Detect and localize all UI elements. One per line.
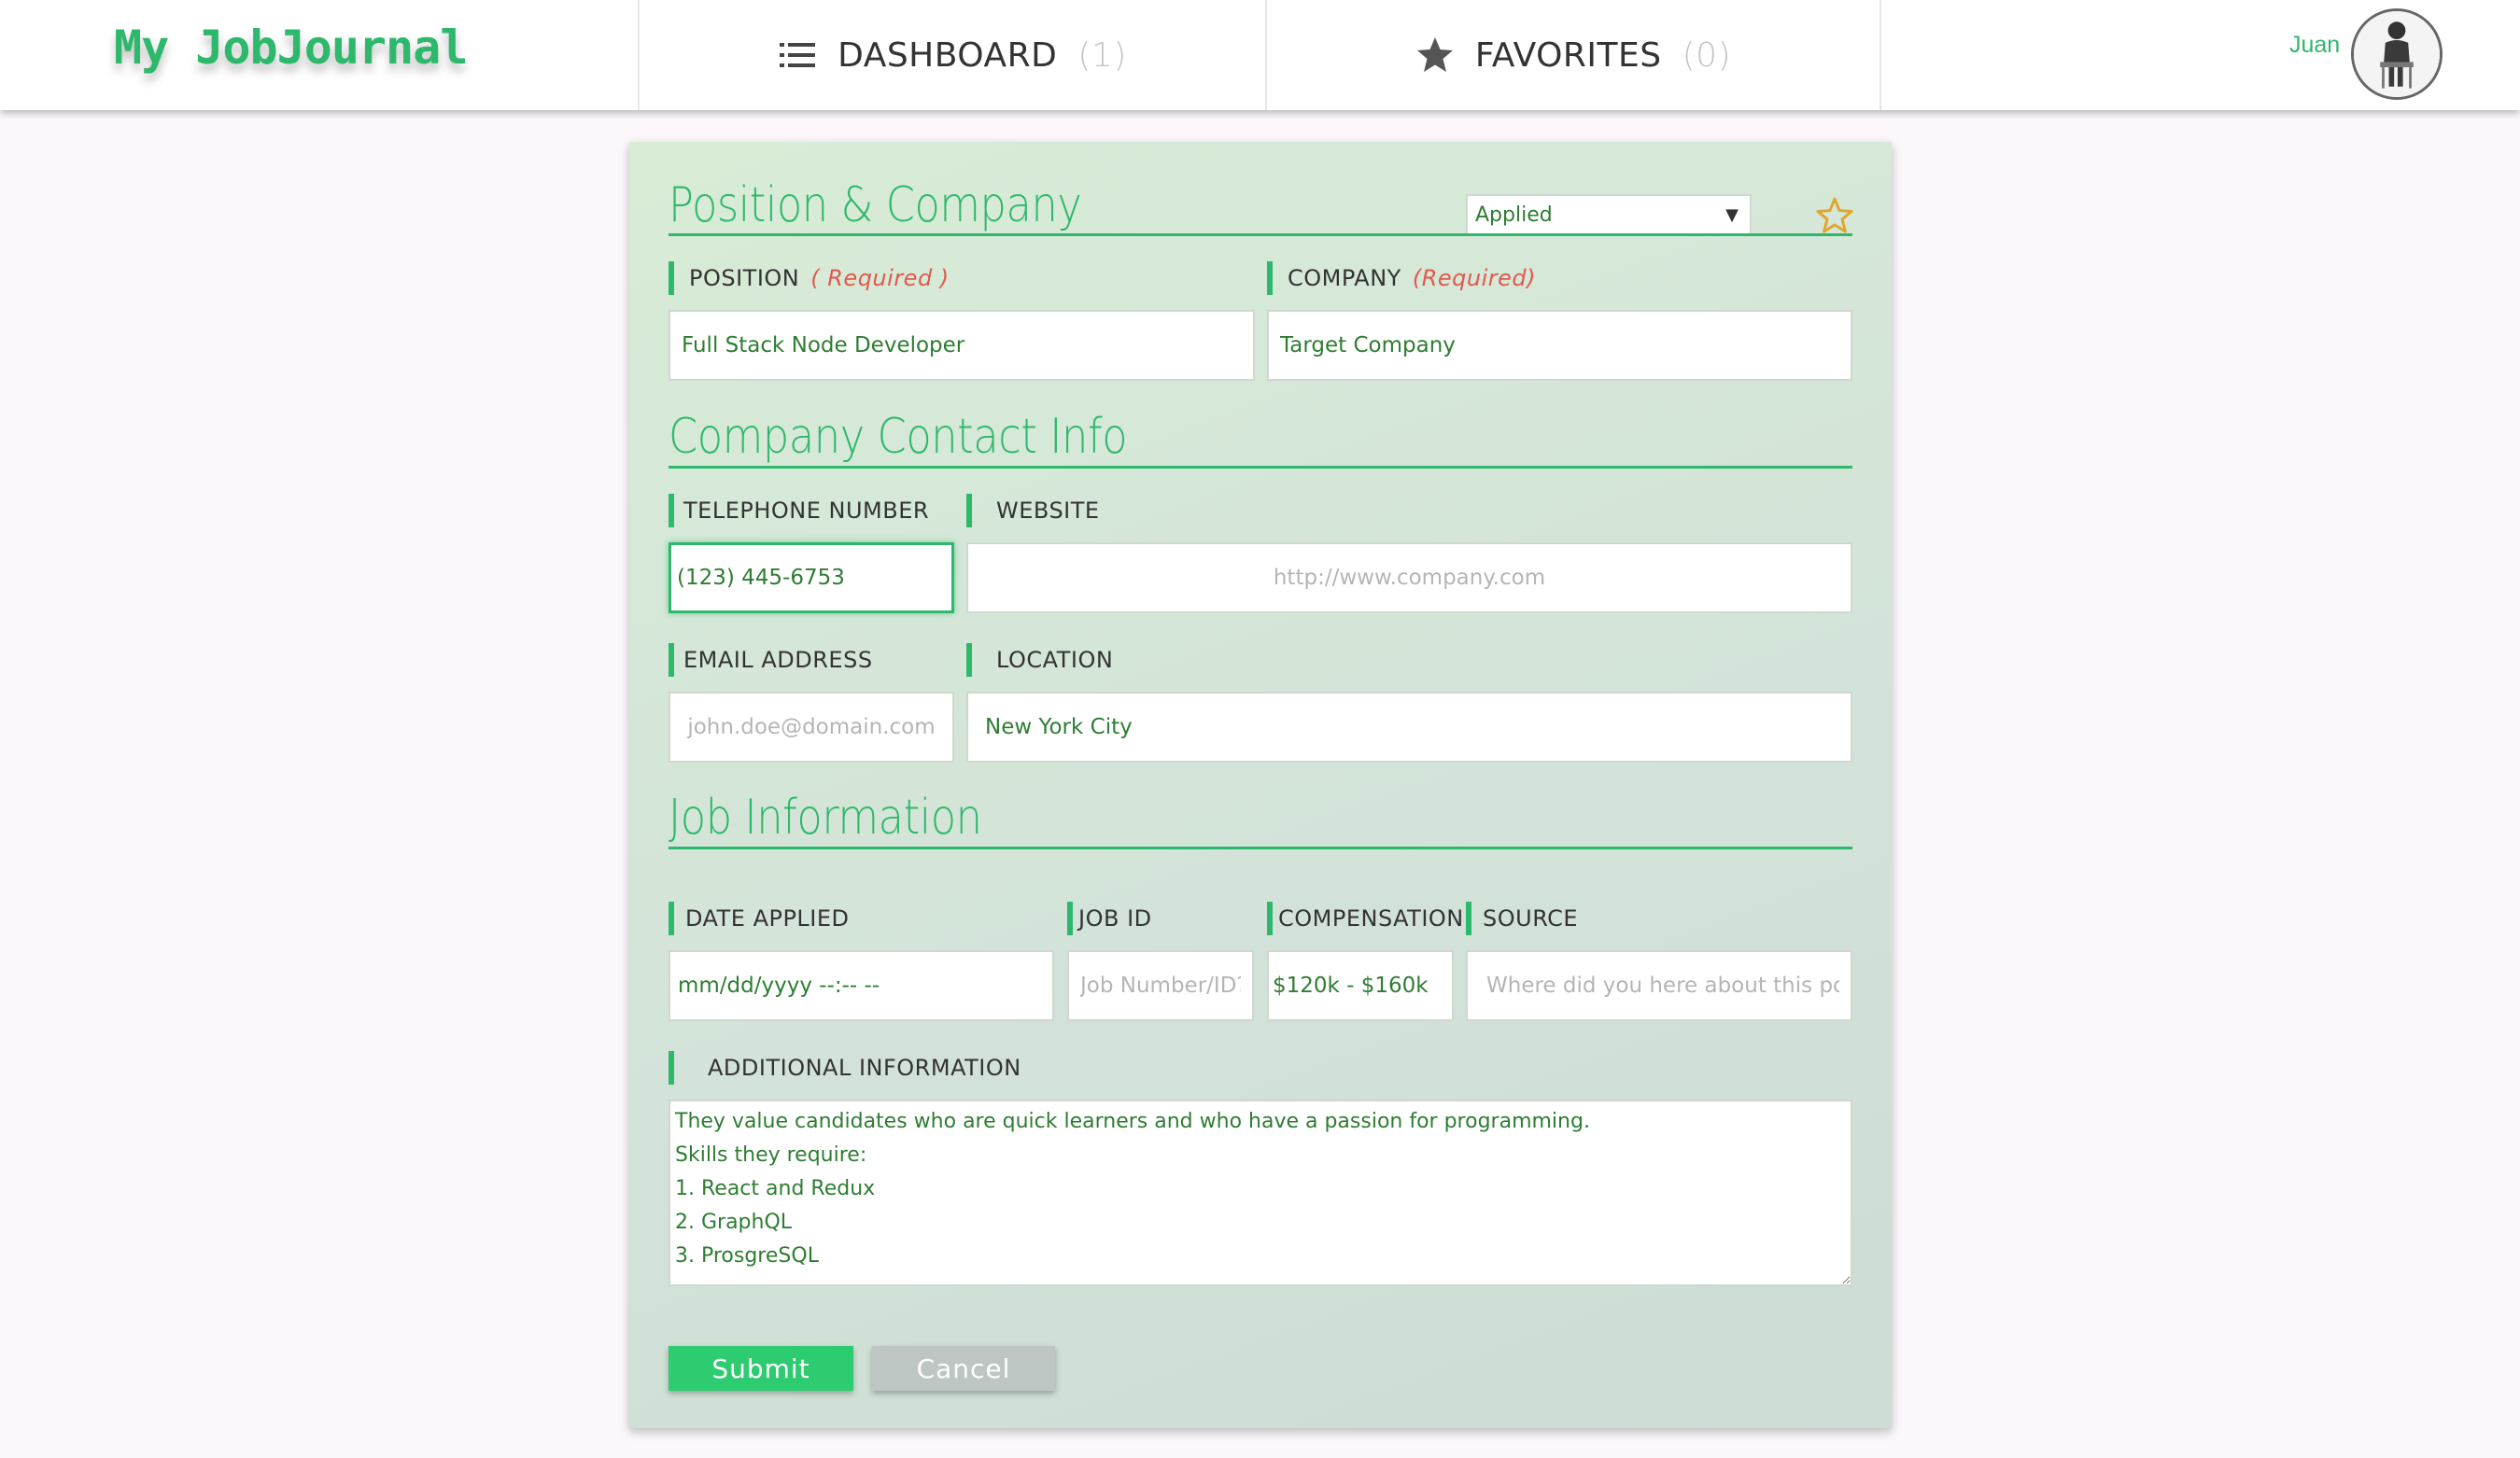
source-input[interactable] (1466, 950, 1852, 1021)
top-navbar: My JobJournal DASHBOARD (1) FAVORITES (0… (0, 0, 2520, 110)
email-label: EMAIL ADDRESS (669, 643, 873, 677)
source-label: SOURCE (1466, 902, 1578, 935)
section-title-position: Position & Company (669, 177, 1082, 233)
company-label: COMPANY (Required) (1267, 261, 1536, 295)
nav-dashboard-count: (1) (1077, 35, 1127, 75)
star-outline-icon[interactable] (1815, 196, 1854, 235)
job-form-card: Position & Company Applied ▼ POSITION ( … (629, 142, 1892, 1428)
location-label: LOCATION (966, 643, 1113, 677)
nav-favorites-label: FAVORITES (1474, 35, 1662, 75)
submit-button[interactable]: Submit (669, 1346, 853, 1391)
chevron-down-icon: ▼ (1725, 205, 1739, 225)
email-input[interactable] (669, 692, 954, 763)
brand-logo[interactable]: My JobJournal (114, 21, 468, 75)
position-label-text: POSITION (689, 265, 800, 291)
date-applied-label: DATE APPLIED (669, 902, 850, 935)
section-divider (669, 847, 1852, 849)
compensation-input[interactable] (1267, 950, 1454, 1021)
additional-info-label: ADDITIONAL INFORMATION (669, 1051, 1021, 1085)
status-select[interactable]: Applied ▼ (1466, 194, 1752, 235)
website-input[interactable] (966, 542, 1852, 613)
nav-divider (1879, 0, 1881, 110)
section-title-contact: Company Contact Info (669, 409, 1128, 465)
position-input[interactable] (669, 310, 1255, 381)
status-select-value: Applied (1475, 203, 1553, 227)
telephone-label: TELEPHONE NUMBER (669, 494, 929, 527)
user-name[interactable]: Juan (2289, 32, 2340, 59)
nav-favorites[interactable]: FAVORITES (0) (1267, 0, 1879, 110)
position-label: POSITION ( Required ) (669, 261, 950, 295)
company-required-note: (Required) (1412, 265, 1536, 291)
date-applied-input[interactable] (669, 950, 1054, 1021)
additional-info-textarea[interactable]: They value candidates who are quick lear… (669, 1100, 1852, 1286)
position-required-note: ( Required ) (810, 265, 950, 291)
cancel-button[interactable]: Cancel (872, 1346, 1055, 1391)
job-id-label: JOB ID (1067, 902, 1152, 935)
section-divider (669, 233, 1852, 236)
section-divider (669, 466, 1852, 469)
company-input[interactable] (1267, 310, 1852, 381)
star-icon (1416, 37, 1453, 72)
job-id-input[interactable] (1067, 950, 1254, 1021)
list-icon (780, 43, 816, 67)
avatar[interactable] (2351, 8, 2443, 100)
location-input[interactable] (966, 692, 1852, 763)
avatar-icon (2354, 11, 2440, 97)
nav-dashboard-label: DASHBOARD (838, 35, 1058, 75)
nav-favorites-count: (0) (1682, 35, 1732, 75)
company-label-text: COMPANY (1288, 265, 1401, 291)
compensation-label: COMPENSATION (1267, 902, 1464, 935)
website-label: WEBSITE (966, 494, 1100, 527)
telephone-input[interactable] (669, 542, 954, 613)
section-title-job: Job Information (669, 790, 982, 846)
nav-dashboard[interactable]: DASHBOARD (1) (640, 0, 1265, 110)
